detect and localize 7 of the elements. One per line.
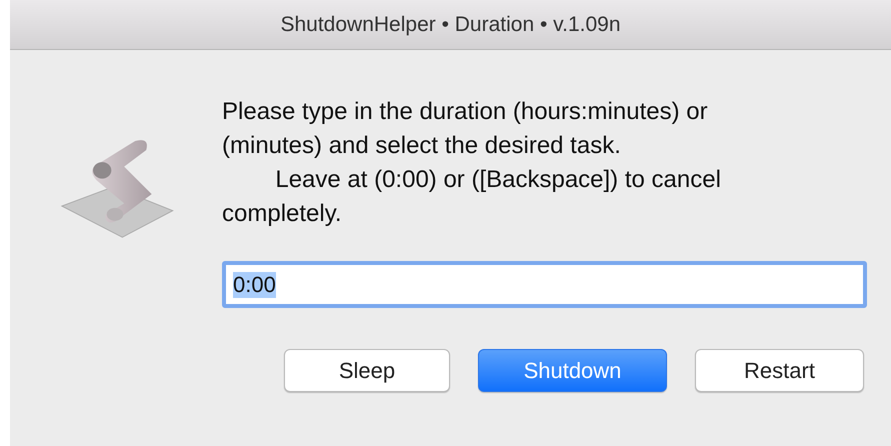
- action-button[interactable]: Restart: [695, 349, 864, 392]
- duration-input[interactable]: 0:00: [222, 261, 867, 308]
- action-button[interactable]: Sleep: [284, 349, 450, 392]
- window-title: ShutdownHelper • Duration • v.1.09n: [280, 12, 620, 36]
- instruction-text: Please type in the duration (hours:minutes) or (minutes) and select the desired task. Leave at (0:00) or ([Backspace]) to cancel completely.: [222, 97, 722, 229]
- default-action-button[interactable]: Shutdown: [478, 349, 667, 392]
- input-value: 0:00: [233, 272, 276, 298]
